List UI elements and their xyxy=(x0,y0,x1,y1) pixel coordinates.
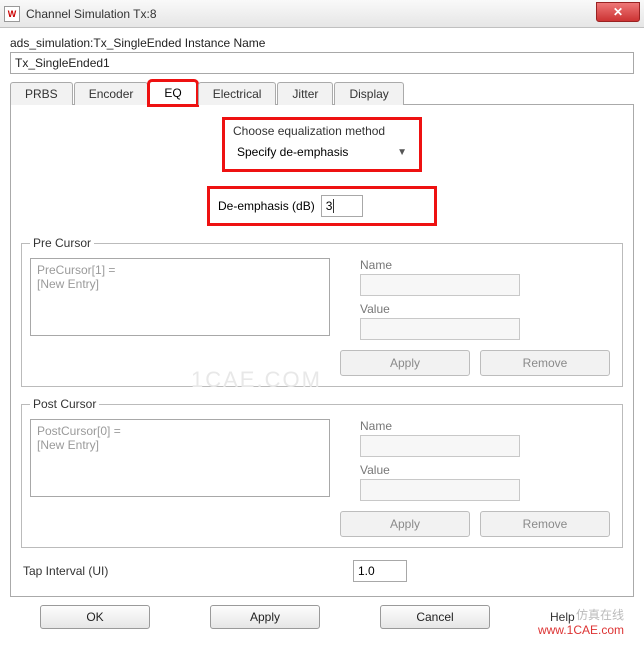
eq-method-label: Choose equalization method xyxy=(233,124,411,138)
close-icon: ✕ xyxy=(613,5,623,19)
titlebar: W Channel Simulation Tx:8 ✕ xyxy=(0,0,644,28)
apply-button[interactable]: Apply xyxy=(210,605,320,629)
window-title: Channel Simulation Tx:8 xyxy=(26,7,157,21)
tab-eq[interactable]: EQ xyxy=(149,81,196,105)
post-cursor-group: Post Cursor PostCursor[0] = [New Entry] … xyxy=(21,397,623,548)
tab-panel-eq: 1CAE.COM Choose equalization method Spec… xyxy=(10,105,634,597)
dialog-button-bar: OK Apply Cancel Help 仿真在线 www.1CAE.com xyxy=(10,597,634,639)
post-apply-button[interactable]: Apply xyxy=(340,511,470,537)
ok-button[interactable]: OK xyxy=(40,605,150,629)
post-name-label: Name xyxy=(360,419,614,433)
post-value-label: Value xyxy=(360,463,614,477)
post-cursor-list[interactable]: PostCursor[0] = [New Entry] xyxy=(30,419,330,497)
tap-interval-value: 1.0 xyxy=(358,564,375,578)
close-button[interactable]: ✕ xyxy=(596,2,640,22)
pre-cursor-group: Pre Cursor PreCursor[1] = [New Entry] Na… xyxy=(21,236,623,387)
app-icon: W xyxy=(4,6,20,22)
post-remove-button[interactable]: Remove xyxy=(480,511,610,537)
tab-jitter[interactable]: Jitter xyxy=(277,82,333,105)
deemphasis-input[interactable]: 3 xyxy=(321,195,363,217)
list-item[interactable]: [New Entry] xyxy=(37,438,323,452)
tab-electrical[interactable]: Electrical xyxy=(198,82,277,105)
pre-apply-button[interactable]: Apply xyxy=(340,350,470,376)
tab-bar: PRBS Encoder EQ Electrical Jitter Displa… xyxy=(10,80,634,105)
deemphasis-label: De-emphasis (dB) xyxy=(218,199,315,213)
deemphasis-group: De-emphasis (dB) 3 xyxy=(207,186,437,226)
post-name-input[interactable] xyxy=(360,435,520,457)
tap-interval-row: Tap Interval (UI) 1.0 xyxy=(23,560,621,582)
list-item[interactable]: PreCursor[1] = xyxy=(37,263,323,277)
pre-value-input[interactable] xyxy=(360,318,520,340)
eq-method-select[interactable]: Specify de-emphasis ▼ xyxy=(233,141,411,163)
post-cursor-legend: Post Cursor xyxy=(30,397,99,411)
pre-name-label: Name xyxy=(360,258,614,272)
pre-cursor-list[interactable]: PreCursor[1] = [New Entry] xyxy=(30,258,330,336)
chevron-down-icon: ▼ xyxy=(397,147,407,158)
text-caret xyxy=(333,199,334,213)
tab-display[interactable]: Display xyxy=(334,82,403,105)
tap-interval-label: Tap Interval (UI) xyxy=(23,564,353,578)
tab-encoder[interactable]: Encoder xyxy=(74,82,149,105)
list-item[interactable]: [New Entry] xyxy=(37,277,323,291)
tab-prbs[interactable]: PRBS xyxy=(10,82,73,105)
tap-interval-input[interactable]: 1.0 xyxy=(353,560,407,582)
dialog-content: ads_simulation:Tx_SingleEnded Instance N… xyxy=(0,28,644,645)
list-item[interactable]: PostCursor[0] = xyxy=(37,424,323,438)
pre-name-input[interactable] xyxy=(360,274,520,296)
eq-method-group: Choose equalization method Specify de-em… xyxy=(222,117,422,172)
post-value-input[interactable] xyxy=(360,479,520,501)
pre-cursor-legend: Pre Cursor xyxy=(30,236,94,250)
instance-label: ads_simulation:Tx_SingleEnded Instance N… xyxy=(10,36,634,50)
help-button[interactable]: Help xyxy=(550,610,575,624)
cancel-button[interactable]: Cancel xyxy=(380,605,490,629)
pre-value-label: Value xyxy=(360,302,614,316)
instance-name-input[interactable] xyxy=(10,52,634,74)
pre-remove-button[interactable]: Remove xyxy=(480,350,610,376)
eq-method-value: Specify de-emphasis xyxy=(237,145,348,159)
deemphasis-value: 3 xyxy=(326,199,333,213)
